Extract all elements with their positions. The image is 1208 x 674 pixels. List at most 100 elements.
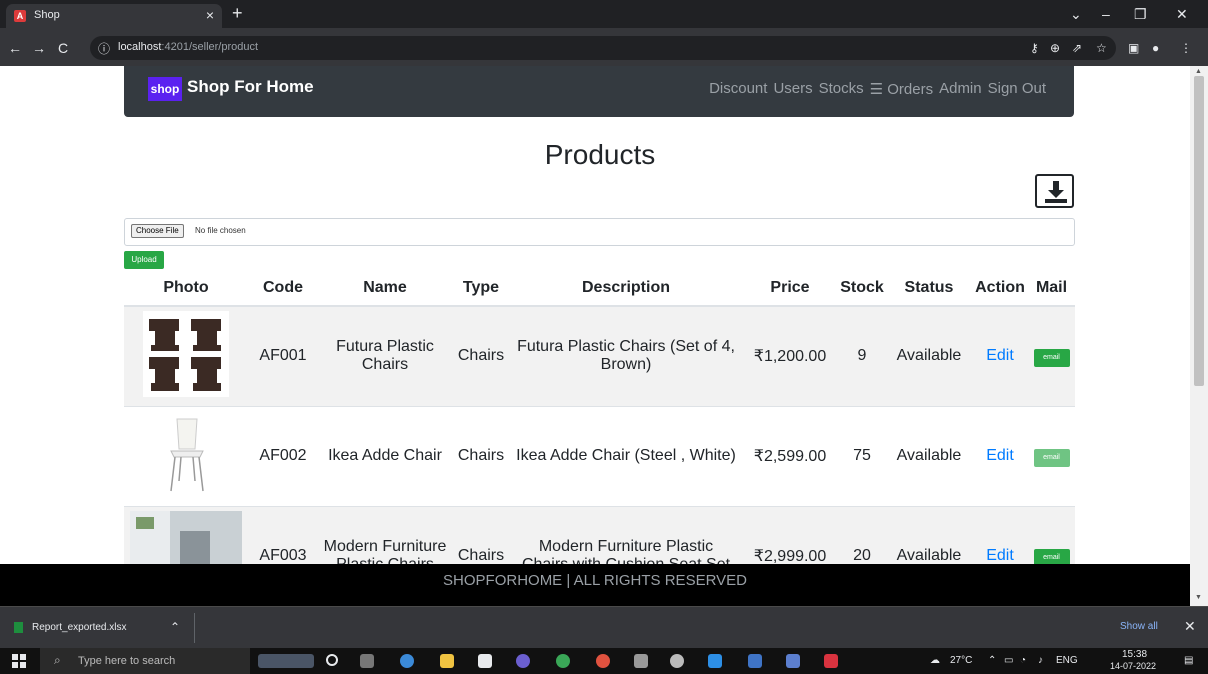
product-code: AF003	[248, 505, 318, 564]
task-view-icon[interactable]	[360, 654, 374, 668]
close-shelf-icon[interactable]: ✕	[1184, 618, 1196, 635]
brand-name[interactable]: Shop For Home	[187, 77, 314, 97]
settings-gear-icon[interactable]	[670, 654, 684, 668]
product-name: Futura Plastic Chairs	[318, 305, 452, 406]
forward-icon[interactable]: →	[32, 40, 46, 56]
nav-link-orders[interactable]: ☰ Orders	[870, 80, 933, 98]
minimize-icon[interactable]: –	[1102, 6, 1110, 22]
column-header-mail: Mail	[1028, 270, 1075, 307]
downloads-shelf: Report_exported.xlsx ⌃ Show all ✕	[0, 606, 1208, 648]
share-icon[interactable]: ⇗	[1072, 41, 1082, 55]
edit-link[interactable]: Edit	[986, 347, 1014, 364]
email-button[interactable]: email	[1033, 348, 1070, 367]
network-icon[interactable]: ◔	[1020, 655, 1026, 666]
volume-icon[interactable]: ♪	[1038, 655, 1043, 666]
zoom-icon[interactable]: ⊕	[1050, 41, 1060, 55]
clock-date[interactable]: 14-07-2022	[1110, 661, 1156, 671]
scroll-thumb[interactable]	[1194, 76, 1204, 386]
whatsapp-icon[interactable]	[556, 654, 570, 668]
angular-favicon-icon: A	[14, 10, 26, 22]
white-chair-image	[170, 418, 204, 491]
terminal-icon[interactable]	[634, 654, 648, 668]
nav-link-sign-out[interactable]: Sign Out	[988, 80, 1046, 98]
tray-chevron-icon[interactable]: ⌃	[988, 655, 996, 666]
edit-link[interactable]: Edit	[986, 447, 1014, 464]
vscode-icon[interactable]	[708, 654, 722, 668]
maximize-icon[interactable]: ❐	[1134, 6, 1147, 23]
brand-logo[interactable]: shop	[148, 77, 182, 101]
reload-icon[interactable]: C	[58, 40, 68, 56]
chrome-icon[interactable]	[596, 654, 610, 668]
nav-link-discount[interactable]: Discount	[709, 80, 767, 98]
table-header-row: Photo Code Name Type Description Price S…	[124, 270, 1075, 307]
app-icon[interactable]	[516, 654, 530, 668]
product-photo	[124, 305, 248, 406]
app-icon[interactable]	[786, 654, 800, 668]
key-icon[interactable]: ⚷	[1030, 41, 1039, 55]
bookmark-star-icon[interactable]: ☆	[1096, 41, 1107, 55]
taskbar-search-input[interactable]: ⌕ Type here to search	[40, 648, 250, 674]
mail-cell: email	[1028, 505, 1075, 564]
table-row: AF001 Futura Plastic Chairs Chairs Futur…	[124, 305, 1075, 406]
file-upload-field: Choose File No file chosen	[124, 218, 1075, 246]
news-widget-icon[interactable]	[258, 654, 314, 668]
browser-tab[interactable]: A Shop ×	[6, 4, 222, 28]
table-row: AF003 Modern Furniture Plastic Chairs Ch…	[124, 505, 1075, 564]
site-info-icon[interactable]: ⓘ	[98, 40, 110, 57]
mail-app-icon[interactable]	[478, 654, 492, 668]
product-stock: 9	[838, 305, 886, 406]
tab-search-icon[interactable]: ⌄	[1070, 6, 1082, 23]
chevron-up-icon[interactable]: ⌃	[170, 620, 180, 634]
nav-link-stocks[interactable]: Stocks	[819, 80, 864, 98]
mail-cell: email	[1028, 305, 1075, 406]
browser-tab-bar: A Shop × + ⌄ – ❐ ✕	[0, 0, 1208, 28]
cortana-icon[interactable]	[326, 654, 338, 666]
column-header-status: Status	[886, 270, 972, 307]
profile-avatar-icon[interactable]: ●	[1152, 41, 1159, 55]
side-panel-icon[interactable]: ▣	[1128, 41, 1139, 55]
edit-link[interactable]: Edit	[986, 547, 1014, 564]
product-type: Chairs	[452, 505, 510, 564]
page-scrollbar[interactable]: ▲ ▼	[1190, 66, 1208, 606]
site-footer: SHOPFORHOME | ALL RIGHTS RESERVED	[0, 564, 1190, 606]
window-close-icon[interactable]: ✕	[1176, 6, 1188, 23]
url-path: :4201/seller/product	[161, 41, 259, 53]
new-tab-button[interactable]: +	[232, 3, 243, 24]
notifications-icon[interactable]: ▤	[1184, 655, 1193, 666]
email-button[interactable]: email	[1033, 548, 1070, 564]
menu-kebab-icon[interactable]: ⋮	[1180, 41, 1192, 55]
edge-icon[interactable]	[400, 654, 414, 668]
clock-time[interactable]: 15:38	[1122, 649, 1147, 660]
download-file-name[interactable]: Report_exported.xlsx	[32, 622, 127, 633]
nav-link-users[interactable]: Users	[773, 80, 812, 98]
temperature[interactable]: 27°C	[950, 655, 972, 666]
product-price: ₹2,999.00	[742, 505, 838, 564]
back-icon[interactable]: ←	[8, 40, 22, 56]
scroll-down-icon[interactable]: ▼	[1195, 594, 1202, 601]
windows-start-icon[interactable]	[12, 654, 26, 668]
file-explorer-icon[interactable]	[440, 654, 454, 668]
email-button[interactable]: email	[1033, 448, 1070, 467]
column-header-code: Code	[248, 270, 318, 307]
weather-icon[interactable]: ☁	[930, 655, 940, 666]
app-icon[interactable]	[824, 654, 838, 668]
product-photo	[124, 505, 248, 564]
tab-close-icon[interactable]: ×	[206, 7, 214, 23]
action-cell: Edit	[972, 505, 1028, 564]
mail-cell: email	[1028, 405, 1075, 506]
choose-file-button[interactable]: Choose File	[131, 224, 184, 238]
upload-button[interactable]: Upload	[124, 251, 164, 269]
search-placeholder: Type here to search	[78, 655, 176, 667]
show-all-button[interactable]: Show all	[1120, 621, 1158, 632]
site-navbar: shop Shop For Home Discount Users Stocks…	[124, 66, 1074, 117]
battery-icon[interactable]: ▭	[1004, 655, 1013, 666]
language-indicator[interactable]: ENG	[1056, 655, 1078, 666]
url-input[interactable]: ⓘ localhost:4201/seller/product	[90, 36, 1116, 60]
download-report-button[interactable]	[1035, 174, 1074, 208]
page-viewport: shop Shop For Home Discount Users Stocks…	[0, 66, 1190, 564]
app-window-icon[interactable]	[748, 654, 762, 668]
nav-links: Discount Users Stocks ☰ Orders Admin Sig…	[709, 80, 1046, 98]
scroll-up-icon[interactable]: ▲	[1195, 68, 1202, 75]
nav-link-admin[interactable]: Admin	[939, 80, 982, 98]
product-description: Futura Plastic Chairs (Set of 4, Brown)	[510, 305, 742, 406]
